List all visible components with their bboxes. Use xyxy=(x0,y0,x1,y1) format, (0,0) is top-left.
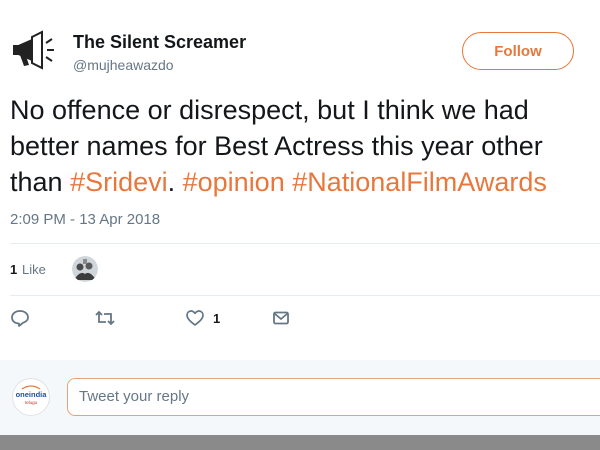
reply-input[interactable]: Tweet your reply xyxy=(67,378,600,416)
divider xyxy=(10,295,600,296)
megaphone-icon[interactable] xyxy=(10,26,58,74)
logo-text: oneindia xyxy=(16,390,48,399)
likes-count[interactable]: 1 xyxy=(10,262,17,277)
tweet-text-fragment: than xyxy=(10,167,71,197)
bottom-strip xyxy=(0,435,600,450)
tweet-text: No offence or disrespect, but I think we… xyxy=(10,92,600,200)
mail-icon[interactable] xyxy=(271,308,291,328)
tweet-line: No offence or disrespect, but I think we… xyxy=(10,95,529,125)
hashtag-link[interactable]: #Sridevi xyxy=(70,167,168,197)
oneindia-logo: oneindia telugu xyxy=(16,385,48,405)
hashtag-link[interactable]: #opinion xyxy=(183,167,285,197)
tweet-line: better names for Best Actress this year … xyxy=(10,131,543,161)
liker-avatar[interactable] xyxy=(72,256,98,282)
reply-bar: oneindia telugu Tweet your reply xyxy=(0,360,600,435)
follow-button[interactable]: Follow xyxy=(462,32,574,70)
user-handle[interactable]: @mujheawazdo xyxy=(73,57,174,73)
tweet-actions: 1 xyxy=(10,308,310,336)
like-action[interactable]: 1 xyxy=(185,308,220,328)
tweet-line: than #Sridevi. #opinion #NationalFilmAwa… xyxy=(10,164,600,200)
tweet-text-fragment: . xyxy=(167,167,183,197)
likes-label[interactable]: Like xyxy=(22,262,46,277)
hashtag-link[interactable]: #NationalFilmAwards xyxy=(292,167,547,197)
tweet-timestamp[interactable]: 2:09 PM - 13 Apr 2018 xyxy=(10,211,160,228)
current-user-avatar: oneindia telugu xyxy=(12,378,50,416)
display-name[interactable]: The Silent Screamer xyxy=(73,32,246,53)
reply-icon[interactable] xyxy=(10,308,30,328)
divider xyxy=(10,243,600,244)
like-count: 1 xyxy=(213,310,221,326)
logo-subtext: telugu xyxy=(25,400,38,405)
heart-icon[interactable] xyxy=(185,308,205,328)
retweet-icon[interactable] xyxy=(94,308,116,328)
tweet-header: The Silent Screamer @mujheawazdo Follow xyxy=(0,0,600,90)
